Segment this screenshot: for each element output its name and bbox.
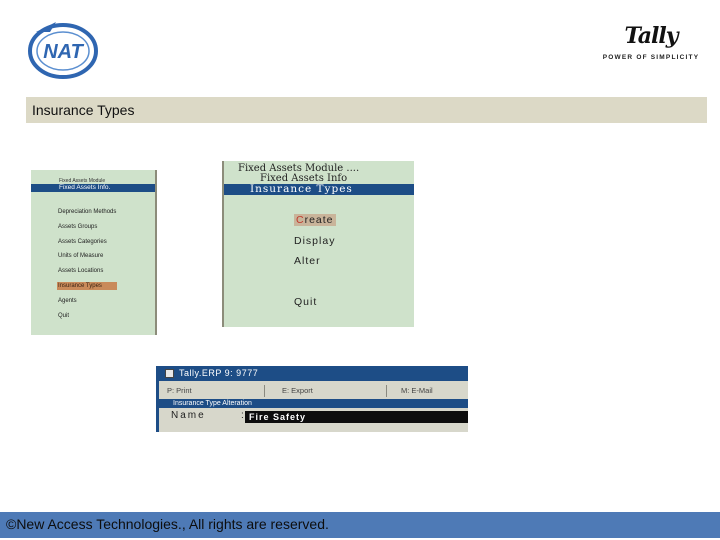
- fixed-assets-info-menu: Fixed Assets Module Fixed Assets Info. D…: [31, 170, 157, 335]
- menu-item-insurance-types[interactable]: Insurance Types: [57, 281, 117, 290]
- footer-bar: ©New Access Technologies., All rights ar…: [0, 512, 720, 538]
- menu-header: Fixed Assets Info.: [31, 184, 155, 192]
- menu-item-agents[interactable]: Agents: [57, 297, 117, 312]
- tally-logo-word: Tally: [624, 23, 678, 49]
- menu-item-label: reate: [304, 214, 334, 226]
- slide-title-bar: Insurance Types: [26, 97, 707, 123]
- hotkey: Q: [294, 296, 304, 308]
- slide-title: Insurance Types: [32, 102, 135, 118]
- print-button[interactable]: P: Print: [159, 385, 265, 397]
- name-field[interactable]: Fire Safety: [245, 411, 468, 423]
- app-icon: [165, 369, 174, 378]
- window-titlebar: Tally.ERP 9: 9777: [159, 366, 468, 381]
- nat-logo: NAT: [26, 18, 100, 80]
- menu-item-units-of-measure[interactable]: Units of Measure: [57, 252, 117, 267]
- hotkey: D: [294, 235, 303, 247]
- menu-item-depreciation-methods[interactable]: Depreciation Methods: [57, 208, 117, 223]
- email-button[interactable]: M: E-Mail: [393, 385, 468, 397]
- menu-item-quit[interactable]: Quit: [57, 312, 117, 327]
- menu-item-create[interactable]: Create: [294, 214, 336, 226]
- insurance-types-menu: Fixed Assets Module .... Fixed Assets In…: [222, 161, 414, 327]
- menu-item-assets-categories[interactable]: Assets Categories: [57, 238, 117, 253]
- form-header: Insurance Type Alteration: [159, 399, 468, 408]
- tally-logo: Tally POWER OF SIMPLICITY: [598, 24, 704, 66]
- tally-logo-tagline: POWER OF SIMPLICITY: [602, 54, 700, 61]
- menu-item-label: uit: [303, 296, 318, 308]
- menu-item-label: lter: [302, 255, 321, 267]
- name-label: Name: [171, 410, 206, 421]
- menu-item-alter[interactable]: Alter: [294, 255, 321, 267]
- menu-list: Depreciation Methods Assets Groups Asset…: [57, 208, 117, 326]
- menu-item-assets-locations[interactable]: Assets Locations: [57, 267, 117, 282]
- menu-item-assets-groups[interactable]: Assets Groups: [57, 223, 117, 238]
- hotkey: A: [294, 255, 303, 267]
- export-button[interactable]: E: Export: [274, 385, 387, 397]
- hotkey: C: [296, 214, 305, 226]
- menu-item-quit[interactable]: Quit: [294, 296, 317, 308]
- menu-header: Insurance Types: [224, 184, 414, 195]
- menu-item-display[interactable]: Display: [294, 235, 335, 247]
- menu-item-label: isplay: [302, 235, 336, 247]
- insurance-type-alteration-window: Tally.ERP 9: 9777 P: Print E: Export M: …: [156, 366, 468, 432]
- window-title: Tally.ERP 9: 9777: [179, 368, 259, 378]
- nat-logo-text: NAT: [43, 41, 84, 63]
- name-colon: :: [241, 410, 244, 421]
- copyright-text: ©New Access Technologies., All rights ar…: [6, 516, 329, 532]
